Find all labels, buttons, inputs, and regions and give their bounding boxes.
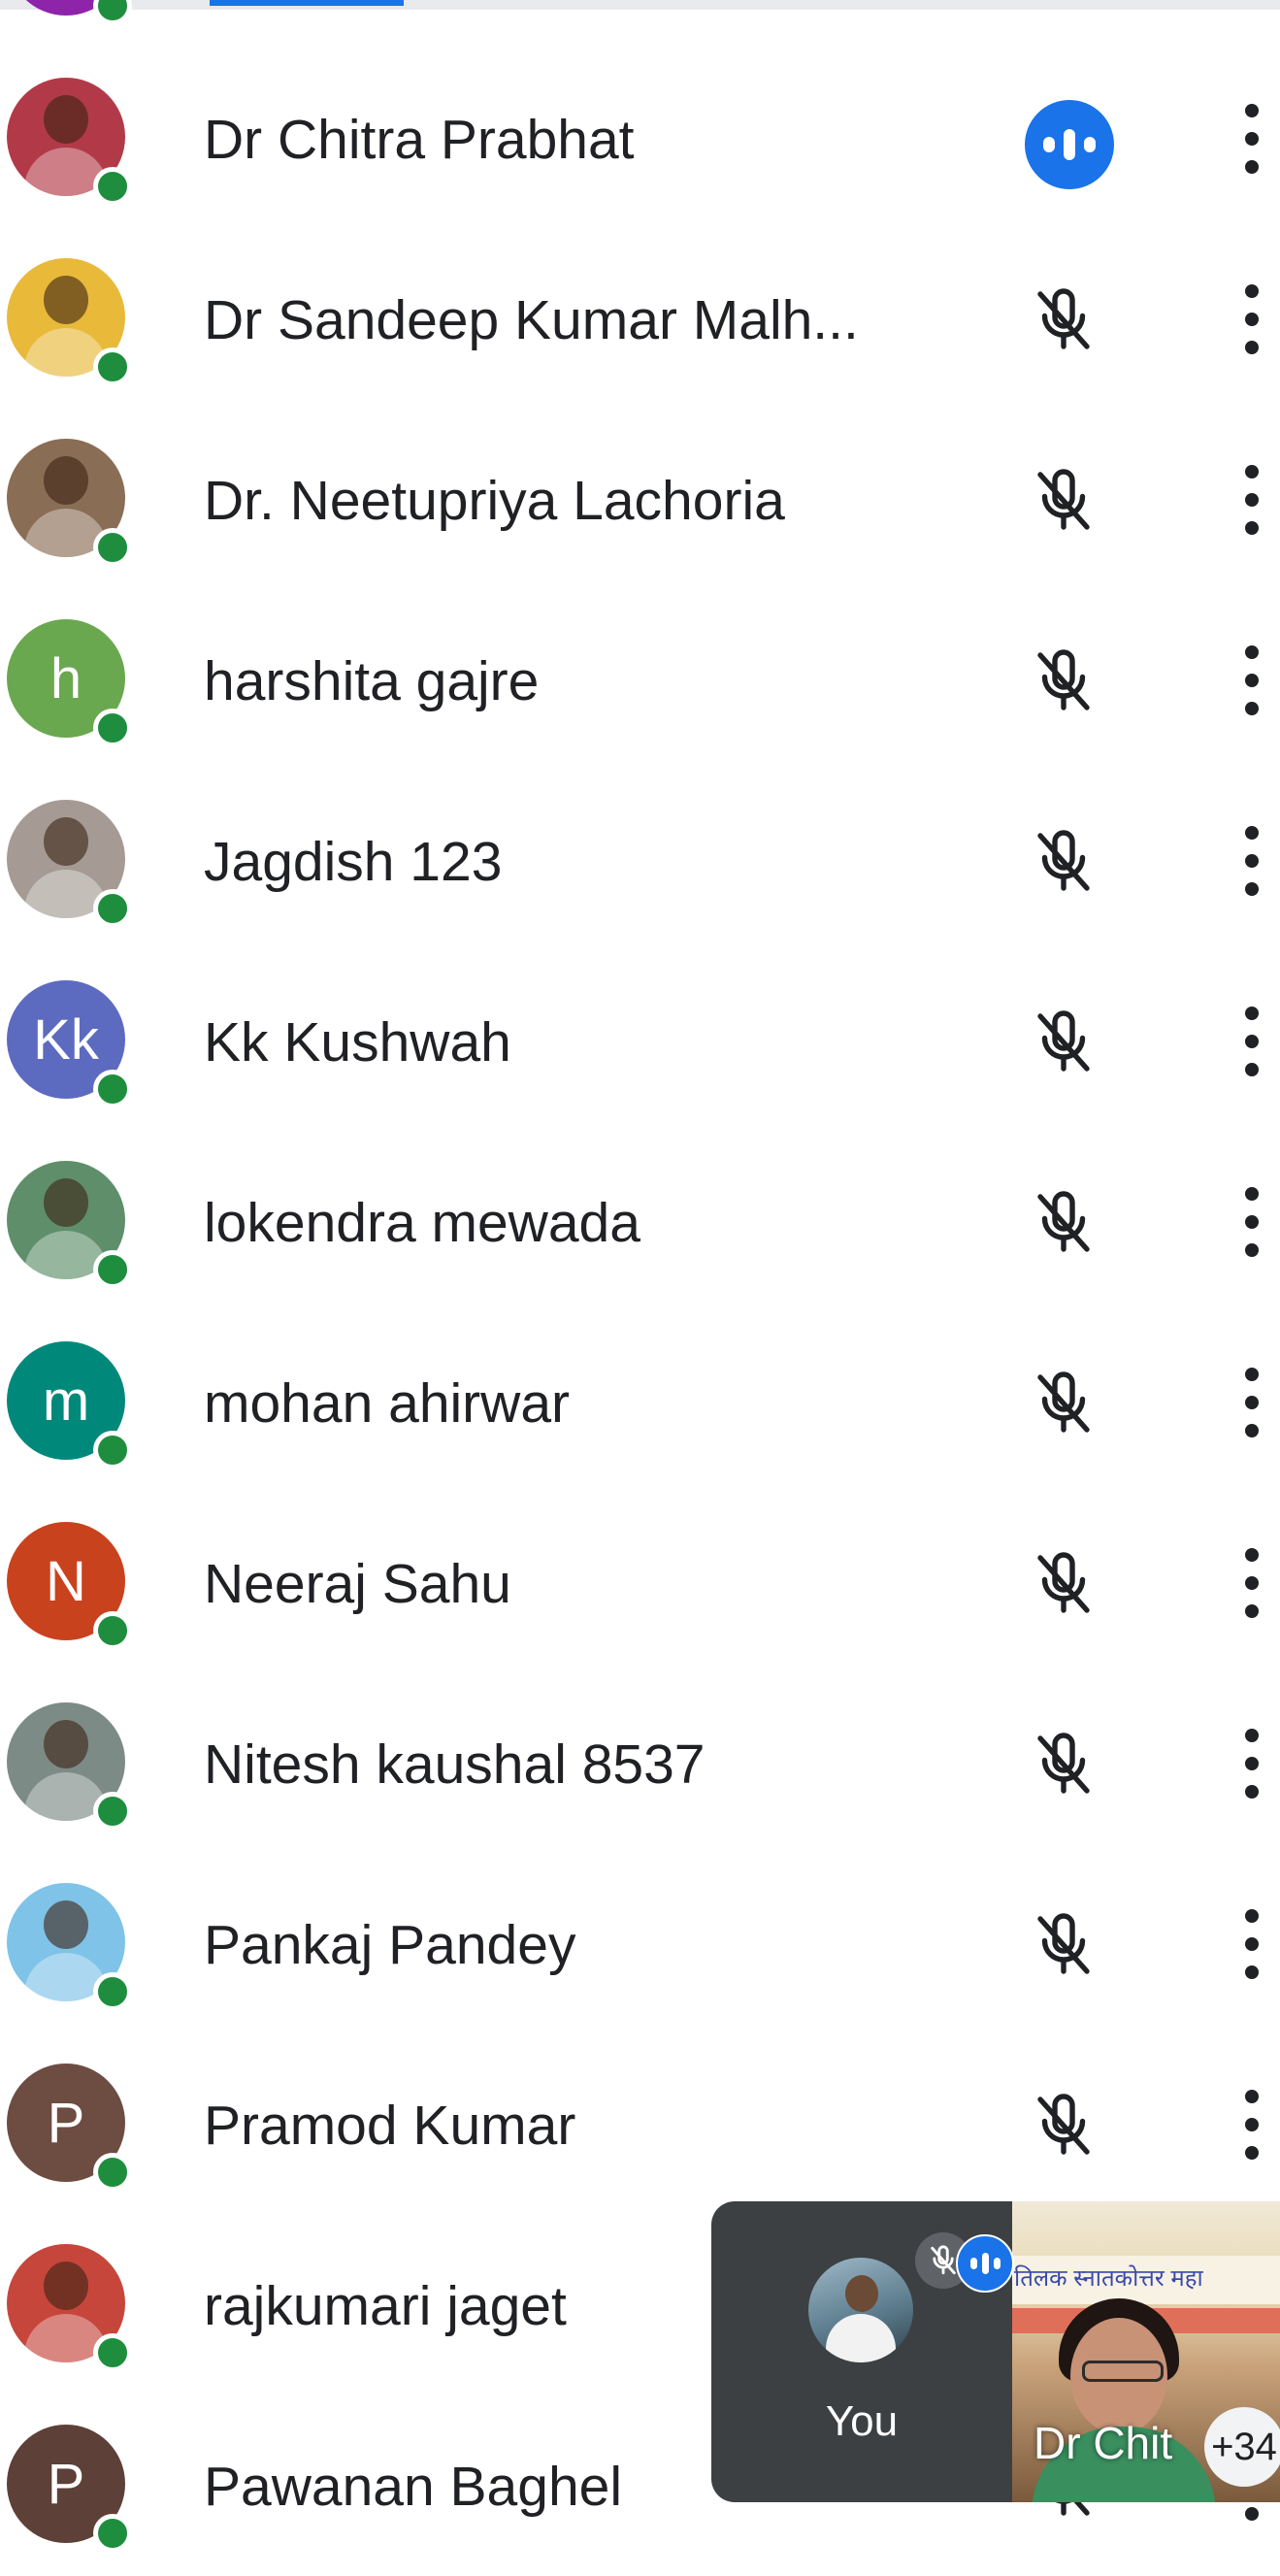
participant-name: Dr. Neetupriya Lachoria [204, 470, 785, 532]
speaking-indicator-icon [1025, 100, 1114, 189]
more-options-icon[interactable] [1232, 2085, 1271, 2164]
online-status-dot [93, 1070, 132, 1108]
participant-row[interactable]: Dr Sandeep Kumar Malh... [0, 229, 1280, 410]
mic-off-icon[interactable] [1029, 1188, 1099, 1258]
participant-name: Neeraj Sahu [204, 1553, 511, 1615]
participant-row[interactable]: h harshita gajre [0, 590, 1280, 771]
online-status-dot [93, 1431, 132, 1470]
participant-row[interactable]: Nitesh kaushal 8537 [0, 1673, 1280, 1854]
self-avatar [808, 2258, 913, 2362]
online-status-dot [93, 1972, 132, 2011]
more-options-icon[interactable] [1232, 1724, 1271, 1803]
participant-row[interactable]: P Pramod Kumar [0, 2034, 1280, 2215]
mic-off-icon[interactable] [1029, 2091, 1099, 2161]
speaking-indicator-icon [956, 2234, 1014, 2293]
participant-name: Jagdish 123 [204, 831, 503, 893]
more-options-icon[interactable] [1232, 280, 1271, 359]
mic-off-icon[interactable] [1029, 1007, 1099, 1077]
participant-row[interactable]: lokendra mewada [0, 1132, 1280, 1312]
video-banner-text: तिलक स्नातकोत्तर महा [1014, 2265, 1203, 2292]
more-options-icon[interactable] [1232, 1363, 1271, 1442]
online-status-dot [93, 1792, 132, 1831]
online-status-dot [93, 889, 132, 928]
participant-name: Dr Sandeep Kumar Malh... [204, 289, 859, 351]
avatar-initial: h [49, 646, 82, 710]
participant-name: Nitesh kaushal 8537 [204, 1734, 706, 1796]
avatar-initial: P [47, 2091, 85, 2155]
more-options-icon[interactable] [1232, 1002, 1271, 1081]
mic-off-icon[interactable] [1029, 827, 1099, 897]
more-options-icon[interactable] [1232, 99, 1271, 179]
avatar-initial: Kk [33, 1007, 99, 1072]
more-options-icon[interactable] [1232, 1543, 1271, 1623]
mic-off-icon[interactable] [1029, 285, 1099, 355]
more-options-icon[interactable] [1232, 1904, 1271, 1984]
floating-self-view[interactable]: You तिलक स्नातकोत्तर महा Dr Chit +34 [711, 2201, 1280, 2502]
self-label: You [825, 2397, 899, 2445]
participant-row[interactable]: Dr. Neetupriya Lachoria [0, 410, 1280, 590]
participant-name: harshita gajre [204, 650, 540, 712]
mic-off-icon[interactable] [1029, 1549, 1099, 1619]
participant-row[interactable]: m mohan ahirwar [0, 1312, 1280, 1493]
online-status-dot [93, 0, 132, 25]
mic-off-icon[interactable] [1029, 466, 1099, 536]
participant-row[interactable]: DDharmendra Ahirwar [0, 0, 1280, 49]
online-status-dot [93, 2333, 132, 2372]
online-status-dot [93, 2514, 132, 2553]
mic-off-icon[interactable] [1029, 1910, 1099, 1980]
online-status-dot [93, 347, 132, 386]
online-status-dot [93, 1611, 132, 1650]
participant-name: Pankaj Pandey [204, 1914, 576, 1976]
more-participants-badge[interactable]: +34 [1204, 2407, 1280, 2487]
participant-name: lokendra mewada [204, 1192, 640, 1254]
participant-name: mohan ahirwar [204, 1372, 571, 1435]
participant-row[interactable]: Kk Kk Kushwah [0, 951, 1280, 1132]
participant-name: rajkumari jaget [204, 2275, 567, 2337]
avatar-initial: P [47, 2452, 85, 2516]
speaker-name: Dr Chit [1034, 2418, 1173, 2468]
mic-off-icon[interactable] [1029, 1369, 1099, 1438]
participant-row[interactable]: Pankaj Pandey [0, 1854, 1280, 2034]
online-status-dot [93, 709, 132, 747]
online-status-dot [93, 1250, 132, 1289]
participant-name: Kk Kushwah [204, 1011, 511, 1073]
participant-name: Dr Chitra Prabhat [204, 109, 635, 171]
more-options-icon[interactable] [1232, 821, 1271, 901]
more-options-icon[interactable] [1232, 1182, 1271, 1262]
online-status-dot [93, 167, 132, 206]
participant-name: Pramod Kumar [204, 2095, 576, 2157]
participant-row[interactable]: Jagdish 123 [0, 771, 1280, 951]
participant-row[interactable]: N Neeraj Sahu [0, 1493, 1280, 1673]
avatar-initial: N [46, 1549, 86, 1613]
online-status-dot [93, 2153, 132, 2192]
participant-row[interactable]: Dr Chitra Prabhat [0, 49, 1280, 229]
participant-name: Pawanan Baghel [204, 2456, 623, 2518]
more-options-icon[interactable] [1232, 460, 1271, 540]
online-status-dot [93, 528, 132, 567]
more-options-icon[interactable] [1232, 641, 1271, 720]
mic-off-icon[interactable] [1029, 646, 1099, 716]
mic-off-icon[interactable] [1029, 1730, 1099, 1800]
participant-list: DDharmendra Ahirwar Dr Chitra Prabhat Dr S… [0, 0, 1280, 2576]
avatar-initial: m [42, 1369, 90, 1433]
